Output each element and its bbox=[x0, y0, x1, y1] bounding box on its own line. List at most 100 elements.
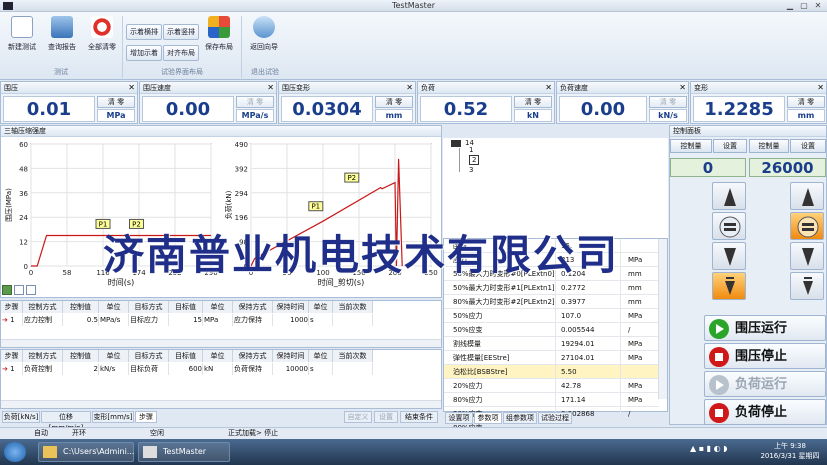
close-icon[interactable]: ✕ bbox=[817, 82, 824, 94]
horizontal-layout-button[interactable]: 示着横排 bbox=[126, 24, 162, 40]
result-row[interactable]: 50%最大力时变形#1[PLExtn1] 0.2772 mm bbox=[444, 281, 659, 295]
unit-label: mm bbox=[787, 109, 825, 122]
confining-stop-button[interactable]: 围压停止 bbox=[704, 343, 826, 369]
zero-button[interactable]: 清 零 bbox=[649, 96, 687, 108]
horizontal-scrollbar[interactable] bbox=[1, 339, 441, 347]
query-report-button[interactable]: 查询报告 bbox=[42, 12, 82, 52]
result-row[interactable]: 50%应力 107.0 MPa bbox=[444, 309, 659, 323]
result-row[interactable]: 80%应力 171.14 MPa bbox=[444, 393, 659, 407]
table-cell: 600 bbox=[169, 363, 203, 375]
down-arrow-button-right[interactable] bbox=[790, 242, 824, 270]
load-stop-button[interactable]: 负荷停止 bbox=[704, 399, 826, 425]
close-icon[interactable]: ✕ bbox=[679, 82, 686, 94]
result-key: 80%最大力时变形#2[PLExtn2] bbox=[453, 295, 556, 309]
tab-test-process[interactable]: 试验过程 bbox=[538, 412, 572, 424]
group-label-exit: 退出试验 bbox=[251, 68, 279, 76]
table-header: 步骤 控制方式 控制值 单位 目标方式 目标值 单位 保持方式 保持时间 单位 当前次数 bbox=[1, 301, 373, 313]
tree-item[interactable]: 1 bbox=[469, 146, 473, 154]
close-icon[interactable]: ✕ bbox=[267, 82, 274, 94]
chart-panel-title: 三轴压缩强度 bbox=[1, 126, 441, 137]
zero-button[interactable]: 清 零 bbox=[97, 96, 135, 108]
close-icon[interactable]: ✕ bbox=[406, 82, 413, 94]
vertical-scrollbar[interactable] bbox=[658, 239, 667, 399]
vertical-layout-button[interactable]: 示着竖排 bbox=[163, 24, 199, 40]
status-mode: 自动 bbox=[34, 429, 48, 437]
up-arrow-button-right[interactable] bbox=[790, 182, 824, 210]
custom-button[interactable]: 自定义 bbox=[344, 411, 372, 423]
table-cell: kN bbox=[203, 363, 233, 375]
back-wizard-button[interactable]: 返回向导 bbox=[244, 12, 284, 52]
result-row[interactable]: 20%应力 42.78 MPa bbox=[444, 379, 659, 393]
grid-icon[interactable] bbox=[2, 285, 12, 295]
down-arrow-button[interactable] bbox=[712, 242, 746, 270]
taskbar-explorer[interactable]: C:\Users\Admini... bbox=[38, 442, 134, 462]
settings-button[interactable]: 设置 bbox=[374, 411, 398, 423]
clear-all-button[interactable]: 全部清零 bbox=[82, 12, 122, 52]
tab-settings-items[interactable]: 设置项 bbox=[445, 412, 473, 424]
close-button[interactable]: ✕ bbox=[812, 1, 824, 11]
add-display-button[interactable]: 增加示着 bbox=[126, 45, 162, 61]
maximize-button[interactable]: ▢ bbox=[798, 1, 810, 11]
meter-confining-rate: 围压速度 ✕ 0.00 清 零 MPa/s bbox=[139, 81, 277, 124]
tree-item[interactable]: 3 bbox=[469, 166, 473, 174]
y-tick-label: 0 bbox=[24, 263, 28, 271]
result-unit: mm bbox=[628, 270, 642, 278]
zero-button[interactable]: 清 零 bbox=[236, 96, 274, 108]
tab-deformation[interactable]: 变形[mm/s] bbox=[92, 411, 134, 423]
clock[interactable]: 上午 9:38 2016/3/31 星期四 bbox=[755, 441, 825, 461]
result-row[interactable]: 弹性模量[EEStre] 27104.01 MPa bbox=[444, 351, 659, 365]
meter-value: 0.00 bbox=[142, 96, 234, 122]
table-row[interactable]: ➔ 1 应力控制 0.5 MPa/s 目标应力 15 MPa 应力保持 1000 s bbox=[1, 314, 373, 326]
result-unit: / bbox=[628, 326, 631, 334]
fast-down-button[interactable] bbox=[712, 272, 746, 300]
folder-icon bbox=[451, 140, 461, 147]
hold-button[interactable] bbox=[712, 212, 746, 240]
minimize-button[interactable]: ▁ bbox=[784, 1, 796, 11]
confining-run-button[interactable]: 围压运行 bbox=[704, 315, 826, 341]
up-arrow-button[interactable] bbox=[712, 182, 746, 210]
tree-item-selected[interactable]: 2 bbox=[469, 155, 480, 165]
unit-label: MPa/s bbox=[236, 109, 274, 122]
fast-down-button-right[interactable] bbox=[790, 272, 824, 300]
tab-steps[interactable]: 步骤 bbox=[135, 411, 157, 423]
zero-button[interactable]: 清 零 bbox=[375, 96, 413, 108]
start-icon[interactable] bbox=[4, 442, 26, 462]
set-left-button[interactable]: 设置 bbox=[713, 139, 747, 153]
table-cell: s bbox=[309, 363, 333, 375]
result-value: 0.3977 bbox=[559, 295, 621, 309]
column-header: 控制方式 bbox=[23, 301, 63, 313]
fast-down-icon bbox=[725, 277, 735, 295]
table-row[interactable]: ➔ 1 负荷控制 2 kN/s 目标负荷 600 kN 负荷保持 10000 s bbox=[1, 363, 373, 375]
result-row[interactable]: 泊松比[BSBStre] 5.50 bbox=[444, 365, 659, 379]
horizontal-scrollbar[interactable] bbox=[1, 400, 441, 408]
chart-icon[interactable] bbox=[14, 285, 24, 295]
tab-group-param[interactable]: 组参数项 bbox=[503, 412, 537, 424]
column-header: 保持方式 bbox=[233, 301, 273, 313]
save-layout-button[interactable]: 保存布局 bbox=[199, 12, 239, 52]
new-test-button[interactable]: 新建测试 bbox=[2, 12, 42, 52]
meter-title: 负荷速度 bbox=[557, 82, 688, 94]
zero-button[interactable]: 清 零 bbox=[514, 96, 552, 108]
result-row[interactable]: 割线模量 19294.01 MPa bbox=[444, 337, 659, 351]
zero-button[interactable]: 清 零 bbox=[787, 96, 825, 108]
column-header: 目标值 bbox=[169, 301, 203, 313]
hold-icon bbox=[797, 216, 819, 238]
tree-line bbox=[459, 148, 460, 172]
table-cell: s bbox=[309, 314, 333, 326]
new-test-icon bbox=[11, 16, 33, 38]
result-row[interactable]: 80%最大力时变形#2[PLExtn2] 0.3977 mm bbox=[444, 295, 659, 309]
end-condition-button[interactable]: 结束条件 bbox=[400, 411, 438, 423]
close-icon[interactable]: ✕ bbox=[128, 82, 135, 94]
tab-param-items[interactable]: 参数项 bbox=[474, 412, 502, 424]
align-layout-button[interactable]: 对齐布局 bbox=[163, 45, 199, 61]
result-unit: MPa bbox=[628, 396, 643, 404]
close-icon[interactable]: ✕ bbox=[545, 82, 552, 94]
tab-load-rate[interactable]: 负荷[kN/s] bbox=[2, 411, 40, 423]
set-right-button[interactable]: 设置 bbox=[790, 139, 826, 153]
tab-displacement[interactable]: 位移[mm/min] bbox=[41, 411, 91, 432]
list-icon[interactable] bbox=[26, 285, 36, 295]
result-row[interactable]: 50%应变 0.005544 / bbox=[444, 323, 659, 337]
taskbar-testmaster[interactable]: TestMaster bbox=[138, 442, 230, 462]
load-run-button[interactable]: 负荷运行 bbox=[704, 371, 826, 397]
hold-button-right[interactable] bbox=[790, 212, 824, 240]
